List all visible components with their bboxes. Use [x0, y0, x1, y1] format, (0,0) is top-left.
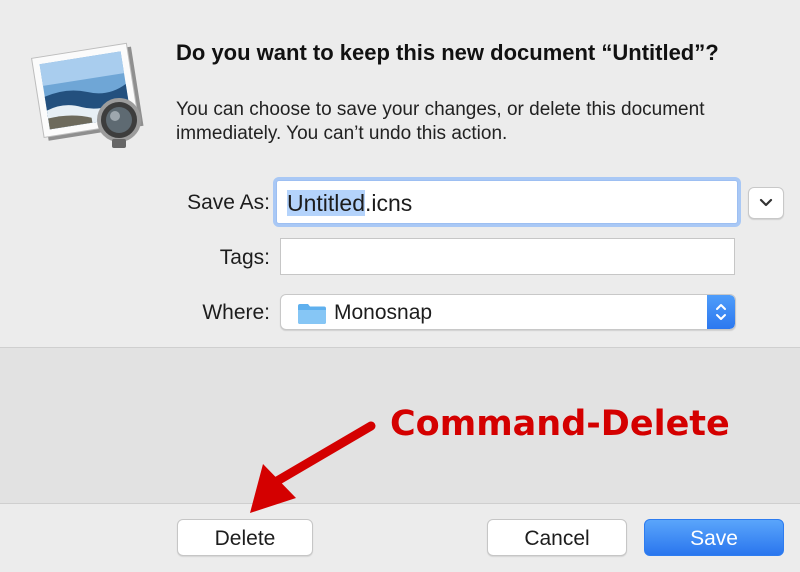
cancel-button[interactable]: Cancel [487, 519, 627, 556]
save-dialog: Do you want to keep this new document “U… [0, 0, 800, 572]
save-as-extension: .icns [364, 190, 413, 216]
save-as-label: Save As: [187, 191, 270, 214]
where-value: Monosnap [334, 301, 433, 324]
tags-field[interactable] [280, 238, 735, 275]
save-as-selected-text: Untitled [287, 190, 365, 216]
expand-dialog-button[interactable] [748, 187, 784, 219]
save-button[interactable]: Save [644, 519, 784, 556]
save-as-field[interactable]: Untitled.icns [276, 180, 738, 224]
popup-arrows [707, 295, 735, 329]
where-label: Where: [202, 301, 270, 324]
folder-icon [298, 304, 326, 324]
delete-button[interactable]: Delete [177, 519, 313, 556]
dialog-message: You can choose to save your changes, or … [176, 99, 705, 144]
preview-app-icon [31, 42, 144, 148]
where-popup-button[interactable]: Monosnap [280, 294, 736, 330]
chevron-down-icon [759, 198, 773, 207]
tags-label: Tags: [219, 246, 270, 269]
annotation-label: Command-Delete [390, 404, 730, 444]
dialog-title: Do you want to keep this new document “U… [176, 40, 719, 65]
up-down-arrows-icon [716, 304, 726, 320]
